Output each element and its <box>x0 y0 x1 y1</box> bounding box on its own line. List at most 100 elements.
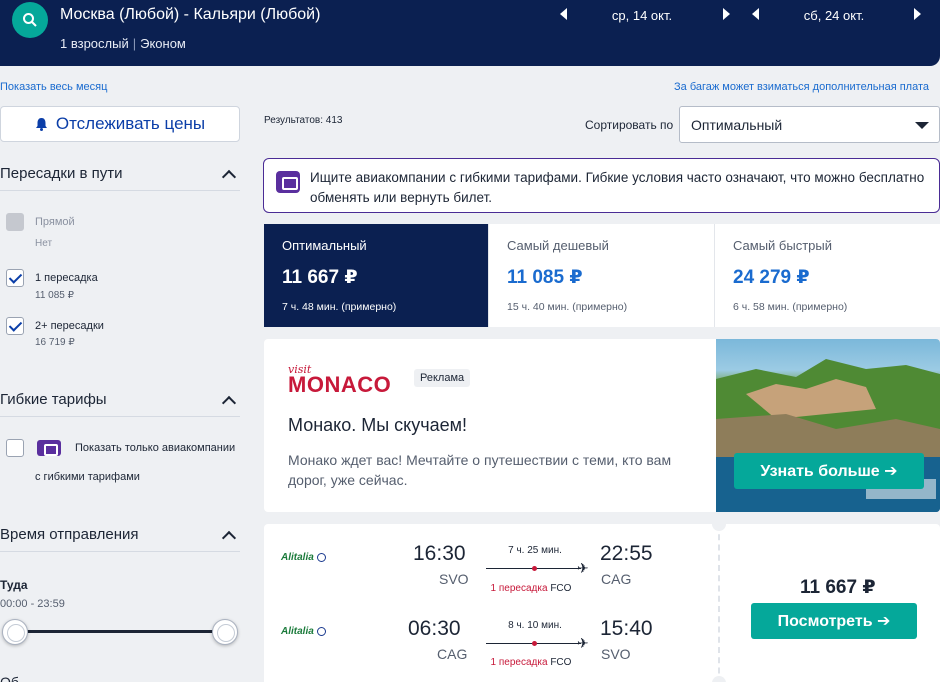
chevron-up-icon[interactable] <box>221 395 237 411</box>
tab-fastest[interactable]: Самый быстрый 24 279 ₽ 6 ч. 58 мин. (при… <box>715 224 940 327</box>
tab-cheapest[interactable]: Самый дешевый 11 085 ₽ 15 ч. 40 мин. (пр… <box>489 224 715 327</box>
leg2-stops: 1 пересадка FCO <box>479 657 583 668</box>
flight-result-card[interactable]: Alitalia 16:30 SVO 7 ч. 25 мин. ✈ 1 пере… <box>264 517 940 682</box>
stops-filter-title[interactable]: Пересадки в пути <box>0 165 123 182</box>
show-month-link[interactable]: Показать весь месяц <box>0 81 107 93</box>
stops-two-plus-checkbox[interactable] <box>6 317 24 335</box>
leg1-arr-code: CAG <box>601 571 632 587</box>
time-slider-start-handle[interactable] <box>2 619 28 645</box>
depart-date[interactable]: ср, 14 окт. <box>582 8 702 23</box>
passengers-label: 1 взрослый <box>60 36 129 51</box>
stops-direct-checkbox[interactable] <box>6 213 24 231</box>
sort-select[interactable]: Оптимальный <box>679 106 940 143</box>
flex-fare-icon <box>37 440 61 456</box>
stops-direct-label: Прямой <box>35 216 75 228</box>
tab-fastest-price: 24 279 ₽ <box>733 267 810 288</box>
stops-two-plus-price: 16 719 ₽ <box>35 337 75 348</box>
airline-name: Alitalia <box>281 552 314 563</box>
airline-logo: Alitalia <box>281 552 326 563</box>
separator: | <box>132 36 137 51</box>
leg1-duration: 7 ч. 25 мин. <box>508 545 562 556</box>
leg1-stops-count: 1 пересадка <box>490 583 548 594</box>
sort-label: Сортировать по <box>585 118 674 132</box>
flex-fares-banner[interactable]: Ищите авиакомпании с гибкими тарифами. Г… <box>263 158 940 213</box>
tab-cheapest-price: 11 085 ₽ <box>507 267 583 288</box>
time-slider-track[interactable] <box>14 630 226 633</box>
stops-two-plus-label: 2+ пересадки <box>35 320 104 332</box>
arrow-left-icon[interactable] <box>560 8 567 20</box>
flex-only-label-line2: с гибкими тарифами <box>35 471 140 483</box>
trip-details[interactable]: 1 взрослый | Эконом <box>60 36 186 51</box>
arrow-left-icon[interactable] <box>752 8 759 20</box>
flight-price: 11 667 ₽ <box>800 577 876 598</box>
stop-dot <box>532 641 537 646</box>
divider <box>0 551 240 552</box>
departure-time-title[interactable]: Время отправления <box>0 526 139 543</box>
cabin-label: Эконом <box>140 36 186 51</box>
return-date[interactable]: сб, 24 окт. <box>774 8 894 23</box>
tab-best-price: 11 667 ₽ <box>282 267 358 288</box>
chevron-up-icon[interactable] <box>221 169 237 185</box>
route-title[interactable]: Москва (Любой) - Кальяри (Любой) <box>60 6 320 24</box>
divider <box>0 190 240 191</box>
chevron-up-icon[interactable] <box>221 530 237 546</box>
leg1-dep-time: 16:30 <box>413 542 466 565</box>
bell-icon <box>35 118 47 131</box>
leg2-stops-count: 1 пересадка <box>490 657 548 668</box>
card-notch <box>712 676 726 682</box>
stops-direct-price: Нет <box>35 238 53 249</box>
airline-logo: Alitalia <box>281 626 326 637</box>
ad-body: Монако ждет вас! Мечтайте о путешествии … <box>288 452 672 488</box>
track-prices-button[interactable]: Отслеживать цены <box>0 106 240 142</box>
sort-tabs: Оптимальный 11 667 ₽ 7 ч. 48 мин. (приме… <box>264 224 940 327</box>
return-time-title[interactable]: Об <box>0 674 19 682</box>
flex-only-checkbox[interactable] <box>6 439 24 457</box>
flex-filter-title[interactable]: Гибкие тарифы <box>0 391 107 408</box>
track-prices-label: Отслеживать цены <box>55 114 206 133</box>
search-icon <box>23 13 37 27</box>
ad-card[interactable]: visit MONACO Реклама Монако. Мы скучаем!… <box>264 339 940 512</box>
outbound-time-range: 00:00 - 23:59 <box>0 598 65 610</box>
stops-one-checkbox[interactable] <box>6 269 24 287</box>
page: Москва (Любой) - Кальяри (Любой) 1 взрос… <box>0 0 940 682</box>
arrow-right-icon[interactable] <box>914 8 921 20</box>
airline-logo-icon <box>316 627 326 636</box>
ad-learn-more-button[interactable]: Узнать больше ➔ <box>734 453 924 489</box>
arrow-right-icon[interactable] <box>723 8 730 20</box>
tab-best-duration: 7 ч. 48 мин. (примерно) <box>282 301 397 313</box>
chevron-down-icon <box>915 122 929 129</box>
ad-badge: Реклама <box>414 369 471 387</box>
sort-value: Оптимальный <box>691 117 783 133</box>
baggage-fee-link[interactable]: За багаж может взиматься дополнительная … <box>674 81 929 93</box>
tab-best-label: Оптимальный <box>282 238 367 253</box>
card-notch <box>712 517 726 531</box>
view-flight-button[interactable]: Посмотреть ➔ <box>751 603 917 639</box>
leg2-arr-time: 15:40 <box>600 617 653 640</box>
tab-fastest-duration: 6 ч. 58 мин. (примерно) <box>733 301 848 313</box>
leg1-stops: 1 пересадка FCO <box>479 583 583 594</box>
ad-logo-name: MONACO <box>288 372 392 397</box>
tab-best[interactable]: Оптимальный 11 667 ₽ 7 ч. 48 мин. (приме… <box>264 224 489 327</box>
airline-logo-icon <box>316 553 326 562</box>
leg2-via: FCO <box>550 657 572 668</box>
flex-fare-icon <box>276 171 300 193</box>
leg1-via: FCO <box>550 583 572 594</box>
leg2-duration: 8 ч. 10 мин. <box>508 620 562 631</box>
outbound-time-label: Туда <box>0 578 28 592</box>
tab-fastest-label: Самый быстрый <box>733 238 832 253</box>
flex-fares-text: Ищите авиакомпании с гибкими тарифами. Г… <box>310 170 925 205</box>
plane-icon: ✈ <box>577 560 589 576</box>
stop-dot <box>532 566 537 571</box>
tab-cheapest-label: Самый дешевый <box>507 238 609 253</box>
leg2-arr-code: SVO <box>601 646 631 662</box>
ad-headline: Монако. Мы скучаем! <box>288 415 468 435</box>
time-slider-end-handle[interactable] <box>212 619 238 645</box>
leg1-dep-code: SVO <box>439 571 469 587</box>
flex-only-label: Показать только авиакомпании <box>75 442 236 454</box>
leg2-route-line <box>486 641 581 646</box>
airline-name: Alitalia <box>281 626 314 637</box>
card-divider <box>718 524 720 682</box>
tab-cheapest-duration: 15 ч. 40 мин. (примерно) <box>507 301 628 313</box>
search-button[interactable] <box>12 2 48 38</box>
search-header: Москва (Любой) - Кальяри (Любой) 1 взрос… <box>0 0 940 66</box>
